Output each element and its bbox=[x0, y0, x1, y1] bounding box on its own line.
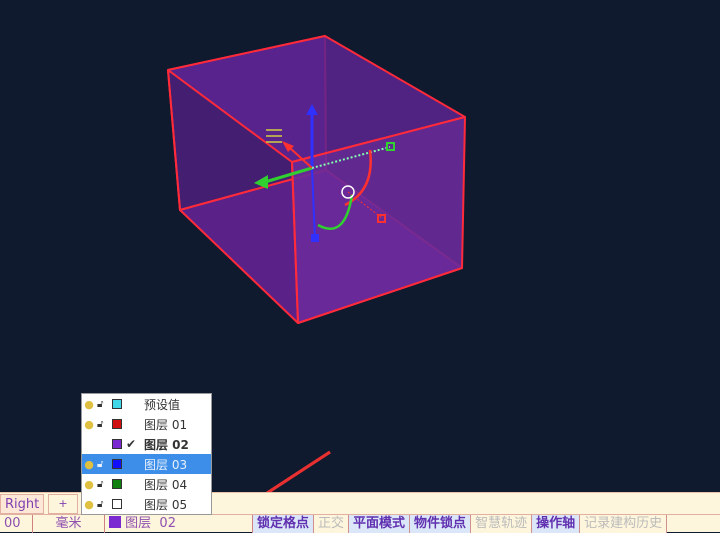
lightbulb-icon[interactable]: ● bbox=[84, 458, 94, 471]
add-tab-button[interactable]: + bbox=[48, 494, 78, 514]
layer-menu-item[interactable]: ● 🔓︎ 图层 01 bbox=[82, 414, 211, 434]
layer-number: 02 bbox=[159, 516, 176, 531]
layer-menu-item[interactable]: ● 🔓︎ 图层 05 bbox=[82, 494, 211, 514]
status-toggle-button[interactable]: 锁定格点 bbox=[253, 515, 315, 533]
layer-name: 预设值 bbox=[144, 397, 181, 412]
layer-color-swatch[interactable] bbox=[112, 459, 122, 469]
status-toggle-button[interactable]: 正交 bbox=[314, 515, 350, 533]
status-toggle-button[interactable]: 智慧轨迹 bbox=[471, 515, 533, 533]
layer-menu-item[interactable]: ✔ 图层 02 bbox=[82, 434, 211, 454]
layer-name: 图层 05 bbox=[144, 497, 188, 512]
status-toggle-button[interactable]: 记录建构历史 bbox=[580, 515, 668, 533]
current-layer-button[interactable]: 图层 02 bbox=[105, 515, 253, 533]
layer-color-swatch[interactable] bbox=[112, 419, 122, 429]
unlock-icon[interactable]: 🔓︎ bbox=[97, 399, 103, 410]
status-bar: 00 毫米 图层 02 锁定格点 正交 平面模式 物件锁点 智慧轨迹 操作轴 记录建构历史 bbox=[0, 514, 720, 533]
tab-right-view[interactable]: Right bbox=[0, 494, 45, 514]
lightbulb-icon[interactable]: ● bbox=[84, 478, 94, 491]
layer-color-swatch[interactable] bbox=[112, 399, 122, 409]
unlock-icon[interactable]: 🔓︎ bbox=[97, 419, 103, 430]
coordinate-readout: 00 bbox=[0, 515, 33, 533]
layer-name: 图层 02 bbox=[144, 437, 189, 452]
box-object[interactable] bbox=[167, 35, 466, 324]
unlock-icon[interactable]: 🔓︎ bbox=[97, 499, 103, 510]
layer-dropdown-menu: ● 🔓︎ 预设值 ● 🔓︎ 图层 01 ✔ 图层 02 ● 🔓︎ 图层 03 ● 🔓︎ 图层 04 ● 🔓︎ 图… bbox=[81, 393, 212, 515]
layer-color-swatch[interactable] bbox=[112, 499, 122, 509]
layer-name: 图层 01 bbox=[144, 417, 188, 432]
layer-color-swatch bbox=[109, 516, 121, 528]
layer-color-swatch[interactable] bbox=[112, 479, 122, 489]
lightbulb-icon[interactable]: ● bbox=[84, 498, 94, 511]
layer-name: 图层 04 bbox=[144, 477, 188, 492]
unit-display[interactable]: 毫米 bbox=[33, 515, 105, 533]
layer-name: 图层 03 bbox=[144, 457, 188, 472]
lightbulb-icon[interactable]: ● bbox=[84, 398, 94, 411]
layer-menu-item[interactable]: ● 🔓︎ 图层 04 bbox=[82, 474, 211, 494]
unlock-icon[interactable]: 🔓︎ bbox=[97, 479, 103, 490]
lightbulb-icon[interactable]: ● bbox=[84, 418, 94, 431]
layer-menu-item[interactable]: ● 🔓︎ 预设值 bbox=[82, 394, 211, 414]
annotation-arrow bbox=[265, 450, 331, 492]
unlock-icon[interactable]: 🔓︎ bbox=[97, 459, 103, 470]
status-toggle-button[interactable]: 物件锁点 bbox=[410, 515, 472, 533]
layer-menu-item[interactable]: ● 🔓︎ 图层 03 bbox=[82, 454, 211, 474]
status-toggle-button[interactable]: 平面模式 bbox=[349, 515, 411, 533]
layer-label: 图层 bbox=[125, 516, 152, 531]
check-icon: ✔ bbox=[126, 437, 137, 451]
status-toggle-button[interactable]: 操作轴 bbox=[532, 515, 581, 533]
layer-color-swatch[interactable] bbox=[112, 439, 122, 449]
